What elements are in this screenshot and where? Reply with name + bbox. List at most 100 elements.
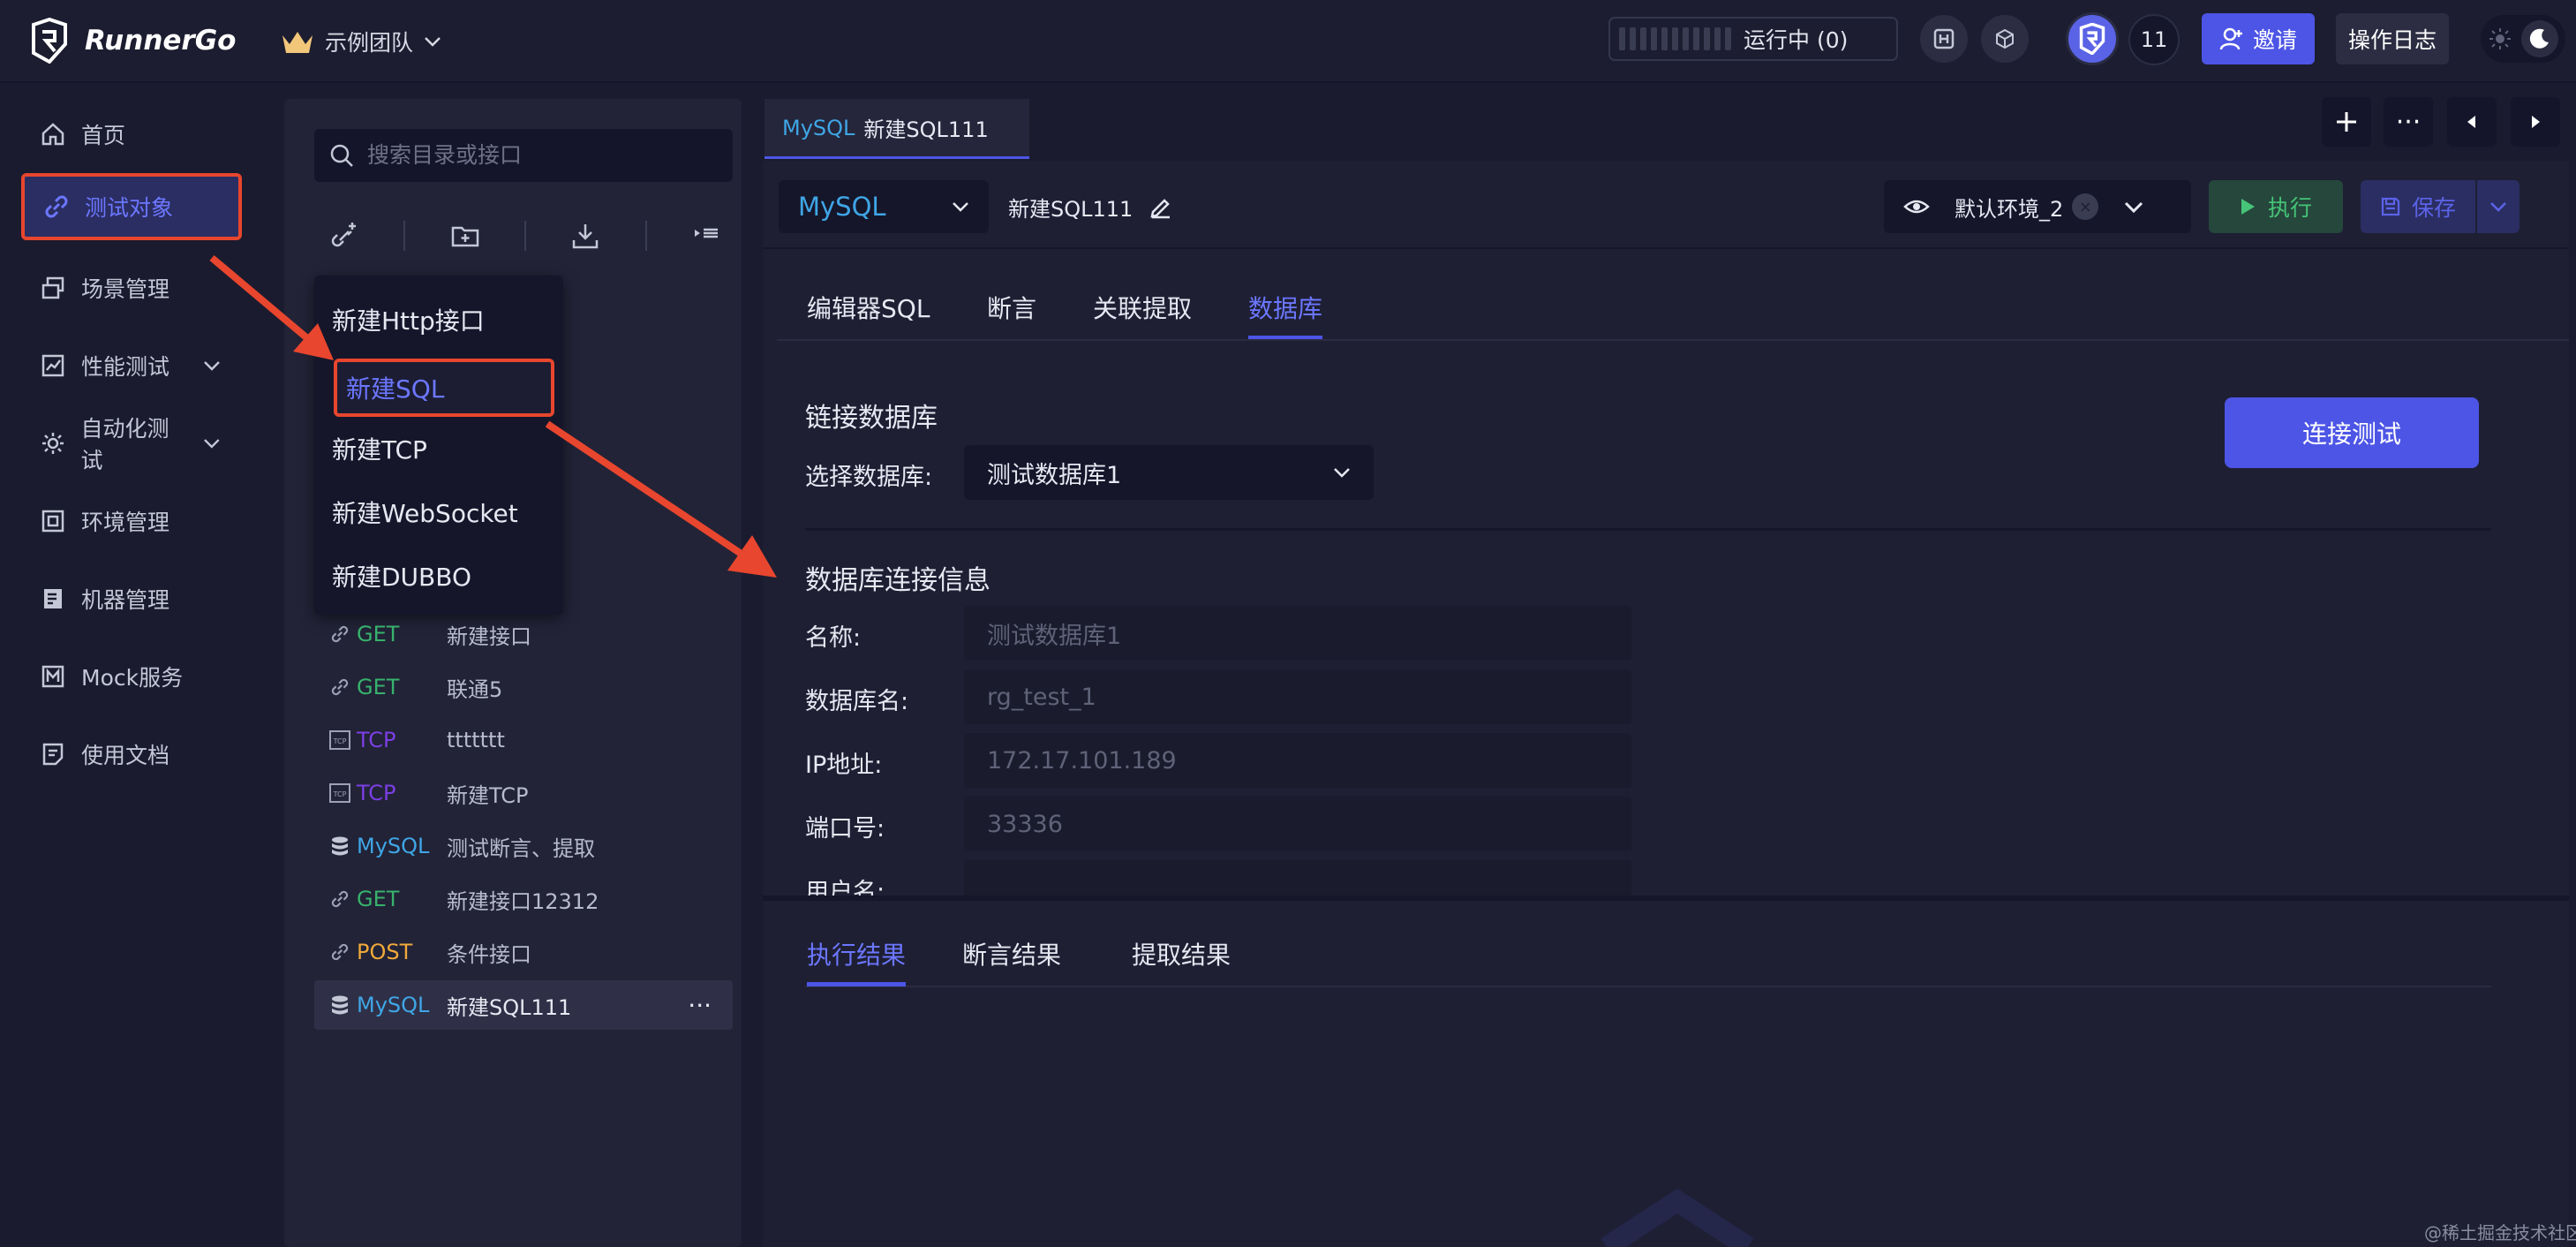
menu-item-new-sql[interactable]: 新建SQL — [334, 359, 554, 417]
caret-left-icon — [2467, 116, 2475, 128]
eye-icon[interactable] — [1903, 193, 1930, 220]
chevron-down-icon — [953, 202, 968, 212]
left-nav: 首页 测试对象 场景管理 性能测试 自动化测试 环境管理 机器管理 Mock服务… — [0, 83, 267, 1247]
tab-database[interactable]: 数据库 — [1248, 290, 1322, 325]
link-db-title: 链接数据库 — [805, 403, 938, 434]
collapse-button[interactable] — [689, 218, 724, 253]
api-name: 条件接口 — [447, 941, 531, 967]
database-icon — [327, 835, 353, 857]
environment-select[interactable]: 默认环境_2 × — [1884, 180, 2191, 233]
dark-mode-button[interactable] — [2521, 20, 2558, 57]
save-options-button[interactable] — [2477, 180, 2520, 233]
menu-item-new-websocket[interactable]: 新建WebSocket — [332, 484, 518, 540]
app-logo[interactable]: RunnerGo — [26, 14, 236, 67]
db-name-field[interactable]: 测试数据库1 — [964, 606, 1631, 661]
svg-text:TCP: TCP — [333, 790, 347, 798]
nav-item-label: 使用文档 — [81, 743, 170, 768]
tab-sql[interactable]: MySQL 新建SQL111 — [765, 99, 1029, 159]
tab-extract-result[interactable]: 提取结果 — [1132, 936, 1231, 971]
db-type-value: MySQL — [798, 192, 886, 222]
theme-toggle[interactable] — [2481, 15, 2565, 63]
folder-add-icon — [451, 226, 478, 247]
tab-assertions[interactable]: 断言 — [987, 290, 1036, 325]
request-name[interactable]: 新建SQL111 — [1008, 189, 1173, 224]
username-field[interactable] — [964, 860, 1631, 896]
database-name-field[interactable]: rg_test_1 — [964, 669, 1631, 724]
sun-icon[interactable] — [2488, 26, 2512, 51]
api-name: 新建SQL111 — [447, 994, 572, 1020]
menu-item-new-tcp[interactable]: 新建TCP — [332, 420, 427, 477]
chevron-down-icon — [204, 361, 220, 371]
run-button[interactable]: 执行 — [2209, 180, 2343, 233]
run-label: 执行 — [2267, 195, 2312, 221]
team-name: 示例团队 — [325, 30, 414, 56]
list-item[interactable]: MySQL 新建SQL111 ··· — [314, 980, 733, 1030]
clear-icon[interactable]: × — [2072, 193, 2099, 220]
save-button[interactable]: 保存 — [2361, 180, 2475, 233]
invite-label: 邀请 — [2252, 27, 2297, 53]
list-item[interactable]: POST 条件接口 — [314, 927, 733, 977]
nav-item-test-objects[interactable]: 测试对象 — [21, 173, 242, 240]
tab-next-button[interactable] — [2511, 97, 2560, 147]
method-label: POST — [357, 940, 413, 964]
more-icon[interactable]: ··· — [688, 991, 712, 1020]
new-api-button[interactable] — [327, 218, 361, 253]
db-info-title: 数据库连接信息 — [805, 565, 990, 596]
environment-name: 默认环境_2 — [1955, 196, 2064, 222]
database-select[interactable]: 测试数据库1 — [964, 445, 1374, 500]
import-button[interactable] — [569, 218, 603, 253]
team-switcher[interactable]: 示例团队 — [281, 21, 441, 62]
nav-item-docs[interactable]: 使用文档 — [21, 721, 242, 788]
list-item[interactable]: MySQL 测试断言、提取 — [314, 821, 733, 871]
moon-icon — [2529, 28, 2549, 49]
choose-db-label: 选择数据库: — [805, 464, 933, 491]
tab-prev-button[interactable] — [2447, 97, 2497, 147]
report-button[interactable] — [1920, 15, 1968, 63]
tab-assert-result[interactable]: 断言结果 — [962, 936, 1061, 971]
run-status[interactable]: 运行中 (0) — [1608, 17, 1898, 61]
more-icon: ··· — [2395, 106, 2422, 138]
edit-icon[interactable] — [1149, 194, 1173, 219]
nav-item-automation[interactable]: 自动化测试 — [21, 410, 242, 477]
new-item-menu: 新建Http接口 新建SQL 新建TCP 新建WebSocket 新建DUBBO — [314, 276, 563, 615]
api-name: ttttttt — [447, 728, 505, 752]
list-item[interactable]: TCP TCP 新建TCP — [314, 768, 733, 818]
link-icon — [327, 677, 353, 697]
avatar[interactable] — [2066, 12, 2119, 65]
list-item[interactable]: GET 新建接口12312 — [314, 874, 733, 924]
panel-splitter[interactable] — [763, 896, 2569, 901]
result-tabs-divider — [805, 986, 2491, 987]
search-input[interactable] — [367, 142, 703, 169]
add-tab-button[interactable] — [2322, 97, 2371, 147]
tab-extraction[interactable]: 关联提取 — [1093, 290, 1192, 325]
tcp-icon: TCP — [327, 730, 353, 750]
nav-item-home[interactable]: 首页 — [21, 101, 242, 168]
connect-test-button[interactable]: 连接测试 — [2225, 397, 2479, 468]
active-tab-indicator — [807, 982, 906, 986]
list-item[interactable]: TCP TCP ttttttt — [314, 715, 733, 765]
field-label: IP地址: — [805, 752, 883, 779]
port-field[interactable]: 33336 — [964, 797, 1631, 851]
tab-sql-editor[interactable]: 编辑器SQL — [807, 290, 930, 325]
nav-item-performance[interactable]: 性能测试 — [21, 332, 242, 399]
menu-item-new-http[interactable]: 新建Http接口 — [332, 291, 485, 348]
nav-item-mock[interactable]: Mock服务 — [21, 643, 242, 710]
list-item[interactable]: GET 新建接口 — [314, 609, 733, 659]
operation-log-button[interactable]: 操作日志 — [2336, 13, 2449, 64]
tab-more-button[interactable]: ··· — [2384, 97, 2433, 147]
menu-item-new-dubbo[interactable]: 新建DUBBO — [332, 548, 471, 604]
tab-run-result[interactable]: 执行结果 — [807, 936, 906, 971]
member-count-badge[interactable]: 11 — [2128, 14, 2180, 65]
package-button[interactable] — [1981, 15, 2029, 63]
tcp-icon: TCP — [327, 783, 353, 803]
list-item[interactable]: GET 联通5 — [314, 662, 733, 712]
nav-item-environments[interactable]: 环境管理 — [21, 487, 242, 555]
nav-item-scenes[interactable]: 场景管理 — [21, 254, 242, 321]
new-folder-button[interactable] — [448, 218, 482, 253]
tree-search[interactable] — [314, 129, 733, 182]
invite-button[interactable]: 邀请 — [2202, 13, 2315, 64]
link-icon — [327, 624, 353, 644]
nav-item-machines[interactable]: 机器管理 — [21, 565, 242, 632]
db-type-select[interactable]: MySQL — [779, 180, 989, 233]
ip-address-field[interactable]: 172.17.101.189 — [964, 733, 1631, 788]
